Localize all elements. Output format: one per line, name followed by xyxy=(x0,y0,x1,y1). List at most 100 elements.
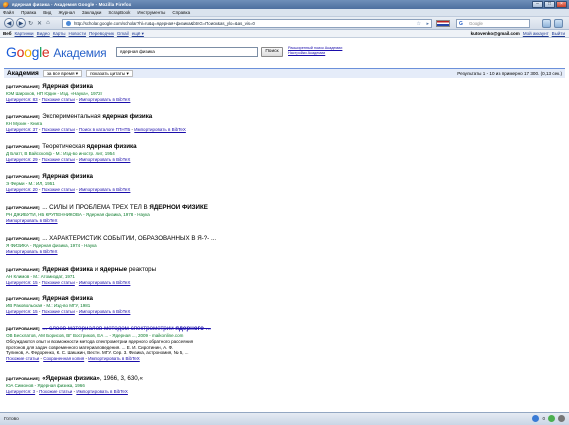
result-title-part[interactable]: ... ХАРАКТЕРИСТИК СОБЫТИЙ, ОБРАЗОВАННЫХ … xyxy=(42,235,216,242)
result-title-part[interactable]: ядерного xyxy=(175,325,204,332)
result-title-part[interactable]: , 1966, 3, 630,« xyxy=(100,375,143,382)
result-action-link[interactable]: Цитируется: 83 xyxy=(6,97,38,102)
result-title-part[interactable]: Теоретическая xyxy=(42,143,86,150)
reload-icon[interactable]: ↻ xyxy=(28,20,33,27)
menu-item[interactable]: Вид xyxy=(43,10,51,15)
result-action-link[interactable]: Импортировать в BibTeX xyxy=(79,157,131,162)
result-title-part[interactable]: Ядерная физика xyxy=(42,266,93,273)
stop-icon[interactable]: ✕ xyxy=(37,20,42,27)
gbar-item-web[interactable]: Веб xyxy=(3,31,11,36)
bookmark-star-icon[interactable]: ☆ xyxy=(417,21,421,27)
result-title-part[interactable]: ... слоев материалов методом спектрометр… xyxy=(42,325,175,332)
result-title[interactable]: [ЦИТИРОВАНИЕ] Теоретическая ядерная физи… xyxy=(6,143,546,151)
result-title-part[interactable]: Ядерная физика xyxy=(42,83,93,90)
gbar-item-news[interactable]: Новости xyxy=(69,31,86,36)
menu-item[interactable]: Справка xyxy=(172,10,190,15)
result-title-part[interactable]: Ядерная физика xyxy=(42,295,93,302)
result-title[interactable]: [ЦИТИРОВАНИЕ] ... СИЛЫ И ПРОБЛЕМА ТРЕХ Т… xyxy=(6,204,546,212)
back-button[interactable]: ◀ xyxy=(4,18,14,28)
gbar-item-video[interactable]: Видео xyxy=(37,31,50,36)
browser-search-box[interactable]: G Google xyxy=(456,19,530,28)
result-title-part[interactable]: Экспериментальная xyxy=(42,113,102,120)
result-action-link[interactable]: Сохраненная копия xyxy=(43,356,84,361)
result-action-link[interactable]: Цитируется: 3 xyxy=(6,389,35,394)
result-title[interactable]: [ЦИТИРОВАНИЕ] «Ядерная физика», 1966, 3,… xyxy=(6,375,546,383)
result-title[interactable]: [ЦИТИРОВАНИЕ] Ядерная физика xyxy=(6,173,546,181)
my-account-link[interactable]: Мой аккаунт xyxy=(523,31,549,36)
result-action-link[interactable]: Похожие статьи xyxy=(42,187,75,192)
go-icon[interactable]: ▸ xyxy=(426,21,429,27)
result-action-link[interactable]: Цитируется: 20 xyxy=(6,187,38,192)
gbar-item-gmail[interactable]: Gmail xyxy=(117,31,129,36)
forward-button[interactable]: ▶ xyxy=(16,18,26,28)
result-title-part[interactable]: ЯДЕРНОЙ ФИЗИКЕ xyxy=(149,204,208,211)
address-bar[interactable]: http://scholar.google.com/scholar?hl=ru&… xyxy=(62,19,432,28)
result-action-link[interactable]: Импортировать в BibTeX xyxy=(79,280,131,285)
menu-item[interactable]: Журнал xyxy=(58,10,74,15)
scholar-search-input[interactable]: ядерная физика xyxy=(116,47,258,57)
result-action-link[interactable]: Импортировать в BibTeX xyxy=(79,309,131,314)
result-action-link[interactable]: Цитируется: 37 xyxy=(6,127,38,132)
result-action-link[interactable]: Цитируется: 15 xyxy=(6,309,38,314)
gbar-item-images[interactable]: Картинки xyxy=(14,31,33,36)
result-title-part[interactable]: реакторы xyxy=(127,266,156,273)
addon-icon-2[interactable] xyxy=(554,19,563,28)
security-icon[interactable] xyxy=(548,415,555,422)
result-action-link[interactable]: Похожие статьи xyxy=(6,356,39,361)
status-menu-icon[interactable] xyxy=(558,415,565,422)
menu-item[interactable]: ScrapBook xyxy=(108,10,130,15)
menu-item[interactable]: Файл xyxy=(3,10,14,15)
search-button[interactable]: Поиск xyxy=(261,47,283,57)
result-action-link[interactable]: Импортировать в BibTeX xyxy=(6,218,58,223)
result-title[interactable]: [ЦИТИРОВАНИЕ] Ядерная физика xyxy=(6,83,546,91)
result-action-link[interactable]: Импортировать в BibTeX xyxy=(134,127,186,132)
result-title-part[interactable]: ... СИЛЫ И ПРОБЛЕМА ТРЕХ ТЕЛ В xyxy=(42,204,149,211)
time-filter-dropdown[interactable]: за все время ▾ xyxy=(42,70,83,77)
result-title[interactable]: [ЦИТИРОВАНИЕ] ... ХАРАКТЕРИСТИК СОБЫТИЙ,… xyxy=(6,235,546,243)
result-action-link[interactable]: Импортировать в BibTeX xyxy=(6,249,58,254)
result-title-part[interactable]: Ядерная физика xyxy=(42,173,93,180)
result-action-link[interactable]: Похожие статьи xyxy=(42,97,75,102)
minimize-button[interactable]: – xyxy=(532,1,543,8)
result-title[interactable]: [ЦИТИРОВАНИЕ] ... слоев материалов метод… xyxy=(6,325,546,333)
result-title[interactable]: [ЦИТИРОВАНИЕ] Экспериментальная ядерная … xyxy=(6,113,546,121)
scholar-settings-link[interactable]: Настройки Академии xyxy=(288,51,342,56)
google-scholar-logo[interactable]: Google Академия xyxy=(6,44,107,60)
result-action-link[interactable]: Похожие статьи xyxy=(42,127,75,132)
result-title-part[interactable]: ядерная физика xyxy=(102,113,152,120)
result-action-link[interactable]: Импортировать в BibTeX xyxy=(79,187,131,192)
result-title-part[interactable]: «Ядерная физика» xyxy=(42,375,100,382)
result-action-link[interactable]: Цитируется: 15 xyxy=(6,280,38,285)
menu-item[interactable]: Инструменты xyxy=(137,10,165,15)
result-title[interactable]: [ЦИТИРОВАНИЕ] Ядерная физика и ядерные р… xyxy=(6,266,546,274)
home-icon[interactable]: ⌂ xyxy=(46,20,50,26)
result-action-link[interactable]: Похожие статьи xyxy=(42,157,75,162)
result-title-part[interactable]: ядерные xyxy=(100,266,127,273)
result-action-link[interactable]: Импортировать в BibTeX xyxy=(76,389,128,394)
result-action-link[interactable]: Цитируется: 29 xyxy=(6,157,38,162)
result-title-part[interactable]: и xyxy=(93,266,100,273)
addon-status-icon[interactable] xyxy=(532,415,540,422)
result-title[interactable]: [ЦИТИРОВАНИЕ] Ядерная физика xyxy=(6,295,546,303)
gbar-item-more[interactable]: ещё ▾ xyxy=(132,31,144,37)
result-action-link[interactable]: Похожие статьи xyxy=(42,280,75,285)
result-action-link[interactable]: Поиск в каталоге ГПНТБ xyxy=(79,127,130,132)
menu-item[interactable]: Правка xyxy=(21,10,36,15)
gbar-item-translate[interactable]: Переводчик xyxy=(89,31,114,36)
menu-item[interactable]: Закладки xyxy=(82,10,101,15)
result-title-part[interactable]: ядерная физика xyxy=(87,143,137,150)
close-button[interactable]: × xyxy=(556,1,567,8)
url-text[interactable]: http://scholar.google.com/scholar?hl=ru&… xyxy=(74,21,255,26)
result-action-link[interactable]: Похожие статьи xyxy=(42,309,75,314)
sign-out-link[interactable]: Выйти xyxy=(552,31,565,36)
language-flag-icon[interactable] xyxy=(436,20,450,27)
search-result: [ЦИТИРОВАНИЕ] Ядерная физика ЮМ Широков, … xyxy=(6,83,546,103)
result-action-link[interactable]: Похожие статьи xyxy=(39,389,72,394)
gbar-item-maps[interactable]: Карты xyxy=(53,31,66,36)
result-action-link[interactable]: Импортировать в BibTeX xyxy=(88,356,140,361)
result-title-part[interactable]: ... xyxy=(204,325,211,332)
maximize-button[interactable]: □ xyxy=(544,1,555,8)
addon-icon[interactable] xyxy=(542,19,551,28)
citations-filter-dropdown[interactable]: показать цитаты ▾ xyxy=(86,70,133,77)
result-action-link[interactable]: Импортировать в BibTeX xyxy=(79,97,131,102)
